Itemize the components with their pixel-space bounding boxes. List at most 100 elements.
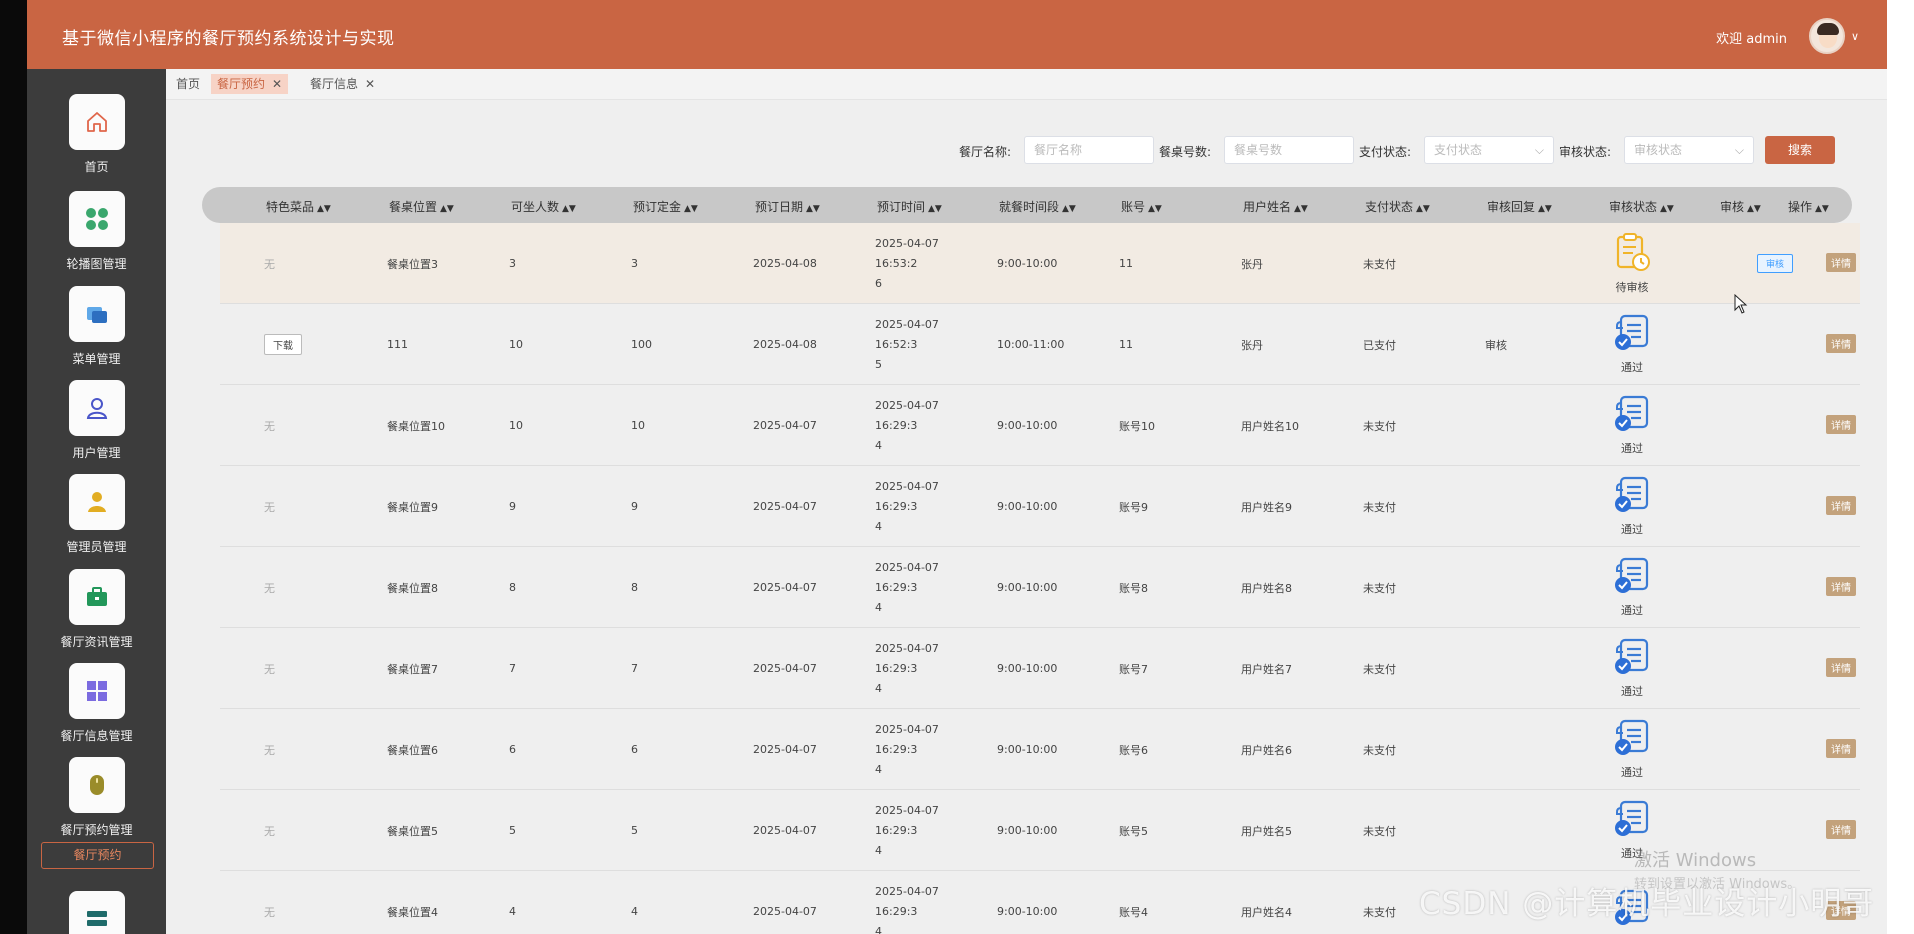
- table-number-input[interactable]: 餐桌号数: [1224, 136, 1354, 164]
- sort-icon[interactable]: ▲▼: [928, 204, 942, 214]
- cell-time: 2025-04-07 16:52:3 5: [875, 304, 980, 385]
- col-label: 账号: [1121, 200, 1146, 214]
- col-reply[interactable]: 审核回复 ▲▼: [1487, 198, 1552, 215]
- cell-deposit: 100: [631, 338, 652, 351]
- col-slot[interactable]: 就餐时间段 ▲▼: [999, 198, 1076, 215]
- sidebar-item-reservations[interactable]: 餐厅预约管理: [27, 757, 166, 838]
- close-icon[interactable]: ✕: [272, 77, 282, 91]
- col-label: 支付状态: [1365, 200, 1414, 214]
- cell-position: 111: [387, 338, 408, 351]
- sort-icon[interactable]: ▲▼: [1062, 204, 1076, 214]
- audit-status-select[interactable]: 审核状态 ⌵: [1624, 136, 1754, 164]
- avatar[interactable]: [1809, 18, 1845, 54]
- sidebar-item-users[interactable]: 用户管理: [27, 380, 166, 461]
- table-row[interactable]: 无 餐桌位置10 10 10 2025-04-07 2025-04-07 16:29:3 4…: [220, 385, 1860, 466]
- sidebar-subitem-reservation[interactable]: 餐厅预约: [41, 842, 154, 869]
- col-label: 预订定金: [633, 200, 682, 214]
- sidebar-item-menu[interactable]: 菜单管理: [27, 286, 166, 367]
- sidebar-item-news[interactable]: 餐厅资讯管理: [27, 569, 166, 650]
- col-name[interactable]: 用户姓名 ▲▼: [1243, 198, 1308, 215]
- sort-icon[interactable]: ▲▼: [684, 204, 698, 214]
- approved-scroll-icon: [1611, 314, 1653, 355]
- search-button[interactable]: 搜索: [1765, 136, 1835, 164]
- col-deposit[interactable]: 预订定金 ▲▼: [633, 198, 698, 215]
- col-account[interactable]: 账号 ▲▼: [1121, 198, 1162, 215]
- sort-icon[interactable]: ▲▼: [1660, 204, 1674, 214]
- cell-action: 详情: [1826, 385, 1856, 466]
- download-button[interactable]: 下载: [264, 334, 302, 355]
- sort-icon[interactable]: ▲▼: [1815, 204, 1829, 214]
- chevron-down-icon[interactable]: ∨: [1851, 30, 1859, 43]
- cell-dish: 无: [264, 419, 275, 433]
- sort-icon[interactable]: ▲▼: [806, 204, 820, 214]
- cell-slot: 9:00-10:00: [997, 257, 1058, 270]
- tab-reservation[interactable]: 餐厅预约 ✕: [211, 74, 289, 94]
- sidebar-item-more[interactable]: [27, 891, 166, 934]
- cell-slot: 9:00-10:00: [997, 662, 1058, 675]
- screen-right-border: [1887, 0, 1914, 934]
- table-row[interactable]: 无 餐桌位置5 5 5 2025-04-07 2025-04-07 16:29:3 4 9:0…: [220, 790, 1860, 871]
- cell-deposit: 7: [631, 662, 638, 675]
- cell-account: 账号10: [1119, 419, 1155, 433]
- detail-button[interactable]: 详情: [1826, 739, 1856, 758]
- detail-button[interactable]: 详情: [1826, 253, 1856, 272]
- cell-seats: 10: [509, 338, 523, 351]
- col-action[interactable]: 操作 ▲▼: [1788, 198, 1829, 215]
- tab-restaurant-info[interactable]: 餐厅信息 ✕: [304, 74, 381, 94]
- tab-home[interactable]: 首页: [170, 74, 206, 94]
- cell-time-line2: 4: [875, 519, 882, 533]
- status-label: 通过: [1621, 361, 1643, 374]
- tab-label: 首页: [176, 77, 201, 91]
- cell-time: 2025-04-07 16:29:3 4: [875, 628, 980, 709]
- cell-status: 待审核: [1597, 223, 1667, 304]
- table-row[interactable]: 无 餐桌位置3 3 3 2025-04-08 2025-04-07 16:53:2 6 9:0…: [220, 223, 1860, 304]
- close-icon[interactable]: ✕: [365, 77, 375, 91]
- detail-button[interactable]: 详情: [1826, 415, 1856, 434]
- col-label: 操作: [1788, 200, 1813, 214]
- table-row[interactable]: 无 餐桌位置8 8 8 2025-04-07 2025-04-07 16:29:3 4 9:0…: [220, 547, 1860, 628]
- sidebar-item-restaurant-info[interactable]: 餐厅信息管理: [27, 663, 166, 744]
- cell-account: 账号5: [1119, 824, 1148, 838]
- col-audit[interactable]: 审核 ▲▼: [1720, 198, 1761, 215]
- detail-button[interactable]: 详情: [1826, 577, 1856, 596]
- sort-icon[interactable]: ▲▼: [1148, 204, 1162, 214]
- tab-label: 餐厅信息: [310, 77, 359, 91]
- col-date[interactable]: 预订日期 ▲▼: [755, 198, 820, 215]
- sort-icon[interactable]: ▲▼: [1416, 204, 1430, 214]
- sort-icon[interactable]: ▲▼: [440, 204, 454, 214]
- cell-time-line1: 2025-04-07 16:29:3: [875, 803, 939, 837]
- restaurant-name-input[interactable]: 餐厅名称: [1024, 136, 1154, 164]
- detail-button[interactable]: 详情: [1826, 820, 1856, 839]
- sidebar-item-carousel[interactable]: 轮播图管理: [27, 191, 166, 272]
- cell-action: 详情: [1826, 304, 1856, 385]
- sort-icon[interactable]: ▲▼: [1294, 204, 1308, 214]
- sort-icon[interactable]: ▲▼: [1747, 204, 1761, 214]
- sort-icon[interactable]: ▲▼: [562, 204, 576, 214]
- status-label: 通过: [1621, 766, 1643, 779]
- col-label: 用户姓名: [1243, 200, 1292, 214]
- col-time[interactable]: 预订时间 ▲▼: [877, 198, 942, 215]
- detail-button[interactable]: 详情: [1826, 334, 1856, 353]
- table-row[interactable]: 下载 111 10 100 2025-04-08 2025-04-07 16:52:3 5 1…: [220, 304, 1860, 385]
- table-row[interactable]: 无 餐桌位置9 9 9 2025-04-07 2025-04-07 16:29:3 4 9:0…: [220, 466, 1860, 547]
- pay-status-select[interactable]: 支付状态 ⌵: [1424, 136, 1554, 164]
- col-position[interactable]: 餐桌位置 ▲▼: [389, 198, 454, 215]
- detail-button[interactable]: 详情: [1826, 658, 1856, 677]
- sort-icon[interactable]: ▲▼: [1538, 204, 1552, 214]
- col-dish[interactable]: 特色菜品 ▲▼: [266, 198, 331, 215]
- col-status[interactable]: 审核状态 ▲▼: [1609, 198, 1674, 215]
- table-row[interactable]: 无 餐桌位置7 7 7 2025-04-07 2025-04-07 16:29:3 4 9:0…: [220, 628, 1860, 709]
- audit-button[interactable]: 审核: [1757, 254, 1794, 273]
- table-row[interactable]: 无 餐桌位置6 6 6 2025-04-07 2025-04-07 16:29:3 4 9:0…: [220, 709, 1860, 790]
- col-label: 可坐人数: [511, 200, 560, 214]
- list-stack-icon: [68, 891, 125, 934]
- sort-icon[interactable]: ▲▼: [317, 204, 331, 214]
- cell-dish: 无: [264, 581, 275, 595]
- cell-account: 账号4: [1119, 905, 1148, 919]
- col-seats[interactable]: 可坐人数 ▲▼: [511, 198, 576, 215]
- sidebar-item-label: 轮播图管理: [66, 257, 127, 271]
- detail-button[interactable]: 详情: [1826, 496, 1856, 515]
- sidebar-item-admins[interactable]: 管理员管理: [27, 474, 166, 555]
- col-pay[interactable]: 支付状态 ▲▼: [1365, 198, 1430, 215]
- cell-deposit: 3: [631, 257, 638, 270]
